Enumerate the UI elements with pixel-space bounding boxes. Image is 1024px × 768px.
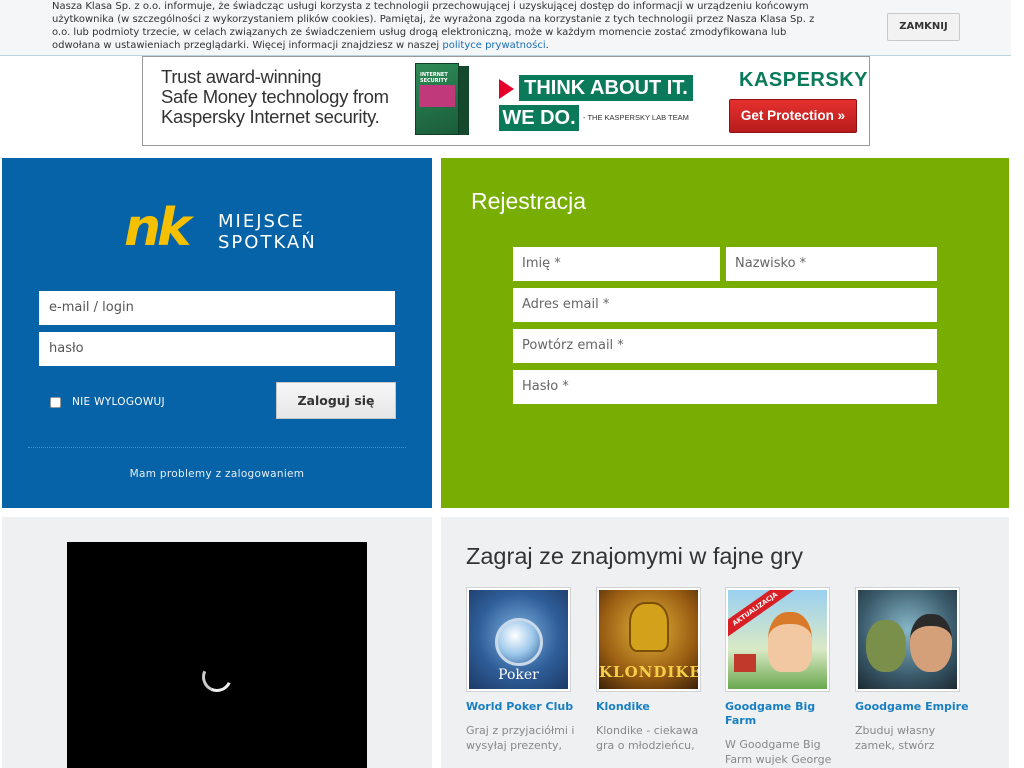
game-description: Zbuduj własny — [855, 724, 936, 737]
game-thumbnail[interactable]: AKTUALIZACJA — [725, 587, 830, 692]
kaspersky-ad-banner[interactable]: Trust award-winning Safe Money technolog… — [142, 56, 870, 146]
last-name-input[interactable]: Nazwisko * — [726, 247, 937, 281]
game-title-link[interactable]: World Poker Club — [466, 700, 584, 714]
ad-headline: Trust award-winning Safe Money technolog… — [161, 67, 401, 127]
logo-tagline-line-2: SPOTKAŃ — [218, 232, 317, 253]
pirate-icon — [910, 614, 952, 672]
product-box-image: INTERNET SECURITY — [405, 63, 473, 139]
game-description: Farm wujek George — [725, 753, 832, 766]
registration-title: Rejestracja — [471, 188, 587, 214]
klondike-image: KLONDIKE — [599, 590, 698, 689]
ad-slogan-think: THINK ABOUT IT. — [519, 75, 693, 101]
divider — [28, 447, 406, 448]
kaspersky-logo: KASPERSKYlab — [739, 69, 869, 92]
play-triangle-icon — [499, 79, 514, 99]
game-description: Graj z przyjaciółmi i — [466, 724, 575, 737]
remember-me-label: NIE WYLOGOWUJ — [72, 396, 165, 408]
kaspersky-logo-text: KASPERSKY — [739, 69, 868, 91]
product-box-label: INTERNET SECURITY — [420, 72, 448, 84]
poker-image: Poker — [469, 590, 568, 689]
game-description: wysyłaj prezenty, — [466, 739, 563, 752]
game-description: gra o młodzieńcu, — [596, 739, 695, 752]
nk-logo-mark: nk — [124, 198, 192, 258]
game-thumbnail[interactable]: Poker — [466, 587, 571, 692]
privacy-policy-link[interactable]: polityce prywatności — [442, 40, 545, 51]
cookie-text: Nasza Klasa Sp. z o.o. informuje, że świ… — [52, 0, 822, 52]
repeat-email-input[interactable]: Powtórz email * — [513, 329, 937, 363]
farmer-icon — [768, 612, 812, 672]
golden-idol-icon — [629, 602, 669, 652]
poker-label: Poker — [498, 667, 539, 683]
logo-tagline: MIEJSCE SPOTKAŃ — [218, 211, 338, 253]
game-title-link[interactable]: Goodgame Big Farm — [725, 700, 843, 728]
email-login-input[interactable]: e-mail / login — [39, 291, 395, 325]
login-button[interactable]: Zaloguj się — [276, 382, 396, 419]
games-title: Zagraj ze znajomymi w fajne gry — [466, 543, 803, 569]
registration-panel: Rejestracja Imię * Nazwisko * Adres emai… — [441, 158, 1009, 508]
game-thumbnail[interactable]: KLONDIKE — [596, 587, 701, 692]
logo-tagline-line-1: MIEJSCE — [218, 211, 305, 232]
spade-icon — [495, 618, 543, 666]
cookie-message: Nasza Klasa Sp. z o.o. informuje, że świ… — [52, 1, 815, 51]
big-farm-image: AKTUALIZACJA — [728, 590, 827, 689]
game-title-link[interactable]: Goodgame Empire — [855, 700, 973, 714]
ad-headline-line-3: Kaspersky Internet security. — [161, 106, 380, 127]
password-input[interactable]: hasło — [39, 332, 395, 366]
game-description: zamek, stwórz — [855, 739, 935, 752]
klondike-label: KLONDIKE — [599, 663, 698, 681]
first-name-input[interactable]: Imię * — [513, 247, 720, 281]
cookie-banner: Nasza Klasa Sp. z o.o. informuje, że świ… — [0, 0, 1011, 56]
ad-slogan-wedo: WE DO. — [499, 105, 579, 131]
email-input[interactable]: Adres email * — [513, 288, 937, 322]
ad-headline-line-2: Safe Money technology from — [161, 86, 389, 107]
games-panel: Zagraj ze znajomymi w fajne gry Poker Wo… — [441, 517, 1009, 768]
close-cookie-button[interactable]: ZAMKNIJ — [887, 13, 960, 41]
video-panel — [2, 517, 432, 768]
remember-me-checkbox[interactable] — [50, 397, 61, 408]
game-description: W Goodgame Big — [725, 738, 821, 751]
video-player[interactable] — [67, 542, 367, 768]
loading-spinner-icon — [197, 657, 237, 697]
nk-logo-letters: nk — [124, 198, 192, 258]
get-protection-button[interactable]: Get Protection » — [729, 99, 857, 133]
ad-headline-line-1: Trust award-winning — [161, 66, 322, 87]
login-panel: nk MIEJSCE SPOTKAŃ e-mail / login hasło … — [2, 158, 432, 508]
barn-icon — [734, 654, 756, 672]
game-title-link[interactable]: Klondike — [596, 700, 714, 714]
game-description: Klondike - ciekawa — [596, 724, 699, 737]
ad-team-signature: - THE KASPERSKY LAB TEAM — [583, 113, 689, 122]
game-thumbnail[interactable] — [855, 587, 960, 692]
cookie-suffix: . — [545, 40, 549, 51]
register-password-input[interactable]: Hasło * — [513, 370, 937, 404]
empire-image — [858, 590, 957, 689]
login-problems-link[interactable]: Mam problemy z zalogowaniem — [2, 468, 432, 480]
orc-icon — [866, 620, 906, 672]
